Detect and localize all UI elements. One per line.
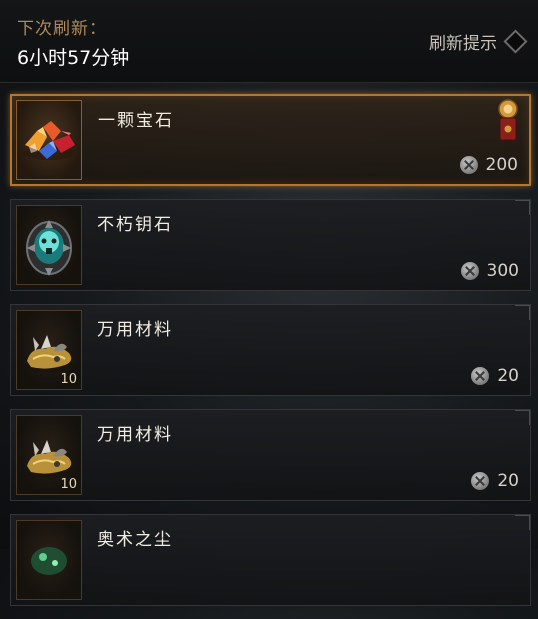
item-quantity: 10 <box>60 477 77 492</box>
item-slot <box>16 100 82 180</box>
item-slot: 10 <box>16 415 82 495</box>
price-value: 20 <box>497 366 519 386</box>
coin-icon <box>460 262 479 280</box>
item-slot <box>16 205 82 285</box>
item-name: 万用材料 <box>97 320 173 340</box>
diamond-icon[interactable] <box>503 28 528 54</box>
item-price: 200 <box>459 155 518 175</box>
item-slot <box>16 520 82 600</box>
coin-icon <box>471 472 490 490</box>
item-name: 不朽钥石 <box>97 215 173 235</box>
price-value: 200 <box>485 155 518 175</box>
shop-item[interactable]: 10 万用材料 20 <box>10 304 531 396</box>
price-value: 20 <box>497 471 519 491</box>
price-value: 300 <box>486 261 519 281</box>
item-price: 20 <box>471 471 519 491</box>
arcane-dust-icon <box>31 547 67 575</box>
keystone-icon <box>26 220 72 276</box>
item-name: 一颗宝石 <box>98 111 174 131</box>
item-price: 20 <box>471 366 519 386</box>
shop-item-list: 一颗宝石 200 不朽钥石 300 10 万用材料 20 10 万用材料 20 … <box>10 94 531 619</box>
shop-item[interactable]: 10 万用材料 20 <box>10 409 531 501</box>
item-quantity: 10 <box>60 372 77 387</box>
item-slot: 10 <box>16 310 82 390</box>
coin-icon <box>471 367 490 385</box>
shop-item[interactable]: 不朽钥石 300 <box>10 199 531 291</box>
shop-item[interactable]: 一颗宝石 200 <box>10 94 531 186</box>
item-price: 300 <box>460 261 519 281</box>
shop-header: 下次刷新： 6小时57分钟 刷新提示 <box>0 0 538 83</box>
item-name: 奥术之尘 <box>97 530 173 550</box>
shop-item[interactable]: 奥术之尘 <box>10 514 531 606</box>
refresh-hint-toggle[interactable]: 刷新提示 <box>429 28 528 54</box>
refresh-hint-label: 刷新提示 <box>429 33 497 54</box>
ornament-badge-icon <box>498 99 518 141</box>
coin-icon <box>459 156 478 174</box>
refresh-countdown: 6小时57分钟 <box>17 47 130 69</box>
gem-pile-icon <box>23 121 75 160</box>
item-name: 万用材料 <box>97 425 173 445</box>
refresh-label: 下次刷新： <box>17 19 107 39</box>
